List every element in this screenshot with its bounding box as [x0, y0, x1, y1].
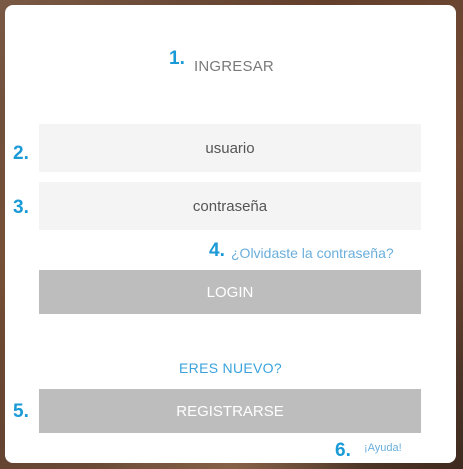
- annotation-number-4: 4.: [209, 240, 225, 261]
- login-title: INGRESAR: [194, 58, 274, 75]
- login-button[interactable]: LOGIN: [39, 270, 421, 314]
- annotation-number-1: 1.: [169, 48, 185, 69]
- login-card: 1. INGRESAR 2. 3. 4. ¿Olvidaste la contr…: [5, 5, 456, 463]
- register-button[interactable]: REGISTRARSE: [39, 389, 421, 433]
- annotation-number-2: 2.: [13, 143, 29, 164]
- annotation-number-5: 5.: [13, 401, 29, 422]
- annotation-number-3: 3.: [13, 197, 29, 218]
- help-link[interactable]: ¡Ayuda!: [364, 442, 402, 454]
- forgot-password-link[interactable]: ¿Olvidaste la contraseña?: [231, 245, 394, 261]
- password-field[interactable]: [39, 182, 421, 230]
- new-user-prompt: ERES NUEVO?: [179, 360, 282, 376]
- username-field[interactable]: [39, 124, 421, 172]
- annotation-number-6: 6.: [335, 440, 351, 461]
